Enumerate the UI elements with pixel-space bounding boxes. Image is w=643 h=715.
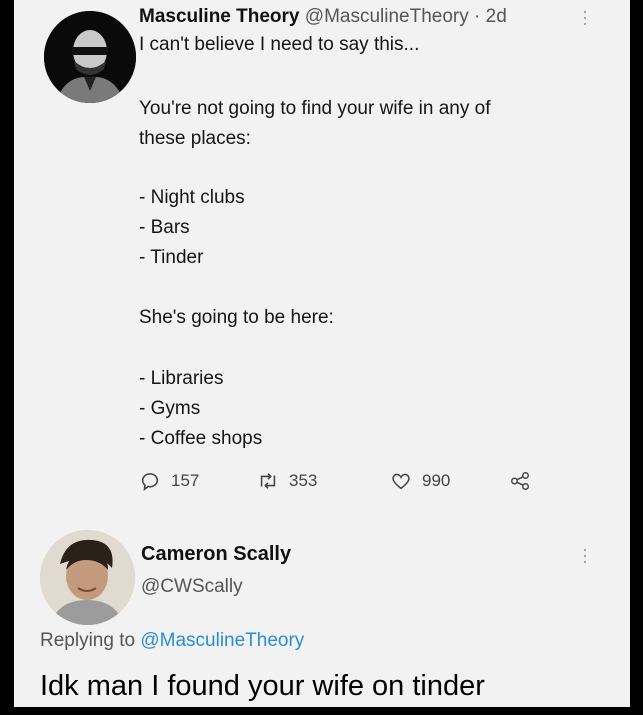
tweet-text-line: - Libraries bbox=[139, 368, 224, 389]
replying-to: Replying to @MasculineTheory bbox=[40, 630, 304, 652]
tweet-text-line: I can't believe I need to say this... bbox=[139, 34, 420, 55]
retweet-count: 353 bbox=[289, 471, 318, 490]
retweet-button[interactable]: 353 bbox=[257, 470, 317, 492]
replying-mention-link[interactable]: @MasculineTheory bbox=[140, 630, 304, 651]
reply-author-handle[interactable]: @CWScally bbox=[141, 576, 243, 598]
tweet-text-line: She's going to be here: bbox=[139, 307, 334, 328]
author-name[interactable]: Masculine Theory bbox=[139, 6, 300, 27]
like-count: 990 bbox=[422, 471, 451, 490]
tweet-text-line: - Bars bbox=[139, 217, 190, 238]
more-vertical-icon[interactable]: · · · bbox=[582, 2, 588, 32]
share-button[interactable] bbox=[509, 470, 541, 492]
author-handle[interactable]: @MasculineTheory bbox=[305, 6, 469, 27]
like-button[interactable]: 990 bbox=[390, 470, 450, 492]
tweet-text-line: these places: bbox=[139, 128, 251, 149]
tweet-time[interactable]: · 2d bbox=[474, 6, 507, 27]
avatar-image bbox=[44, 11, 136, 103]
reply-count: 157 bbox=[171, 471, 200, 490]
tweet-text-line: You're not going to find your wife in an… bbox=[139, 98, 491, 119]
reply-button[interactable]: 157 bbox=[139, 470, 199, 492]
reply-author-name[interactable]: Cameron Scally bbox=[141, 543, 291, 566]
tweet-text-line: - Night clubs bbox=[139, 187, 245, 208]
tweet-text-line: - Coffee shops bbox=[139, 428, 263, 449]
replying-prefix: Replying to bbox=[40, 630, 136, 651]
share-icon bbox=[511, 472, 529, 490]
avatar[interactable] bbox=[44, 11, 136, 103]
more-vertical-icon[interactable]: · · · bbox=[582, 540, 588, 570]
tweet-text-line: - Tinder bbox=[139, 247, 204, 268]
retweet-icon bbox=[260, 473, 276, 489]
heart-icon bbox=[392, 473, 410, 490]
avatar-image bbox=[40, 530, 135, 625]
tweet-text-line: - Gyms bbox=[139, 398, 201, 419]
tweet-header: Masculine Theory @MasculineTheory · 2d bbox=[139, 6, 507, 28]
screenshot-card: Masculine Theory @MasculineTheory · 2d ·… bbox=[14, 0, 630, 707]
speech-bubble-icon bbox=[141, 473, 159, 491]
reply-text: Idk man I found your wife on tinder bbox=[40, 670, 485, 702]
reply-avatar[interactable] bbox=[40, 530, 135, 625]
